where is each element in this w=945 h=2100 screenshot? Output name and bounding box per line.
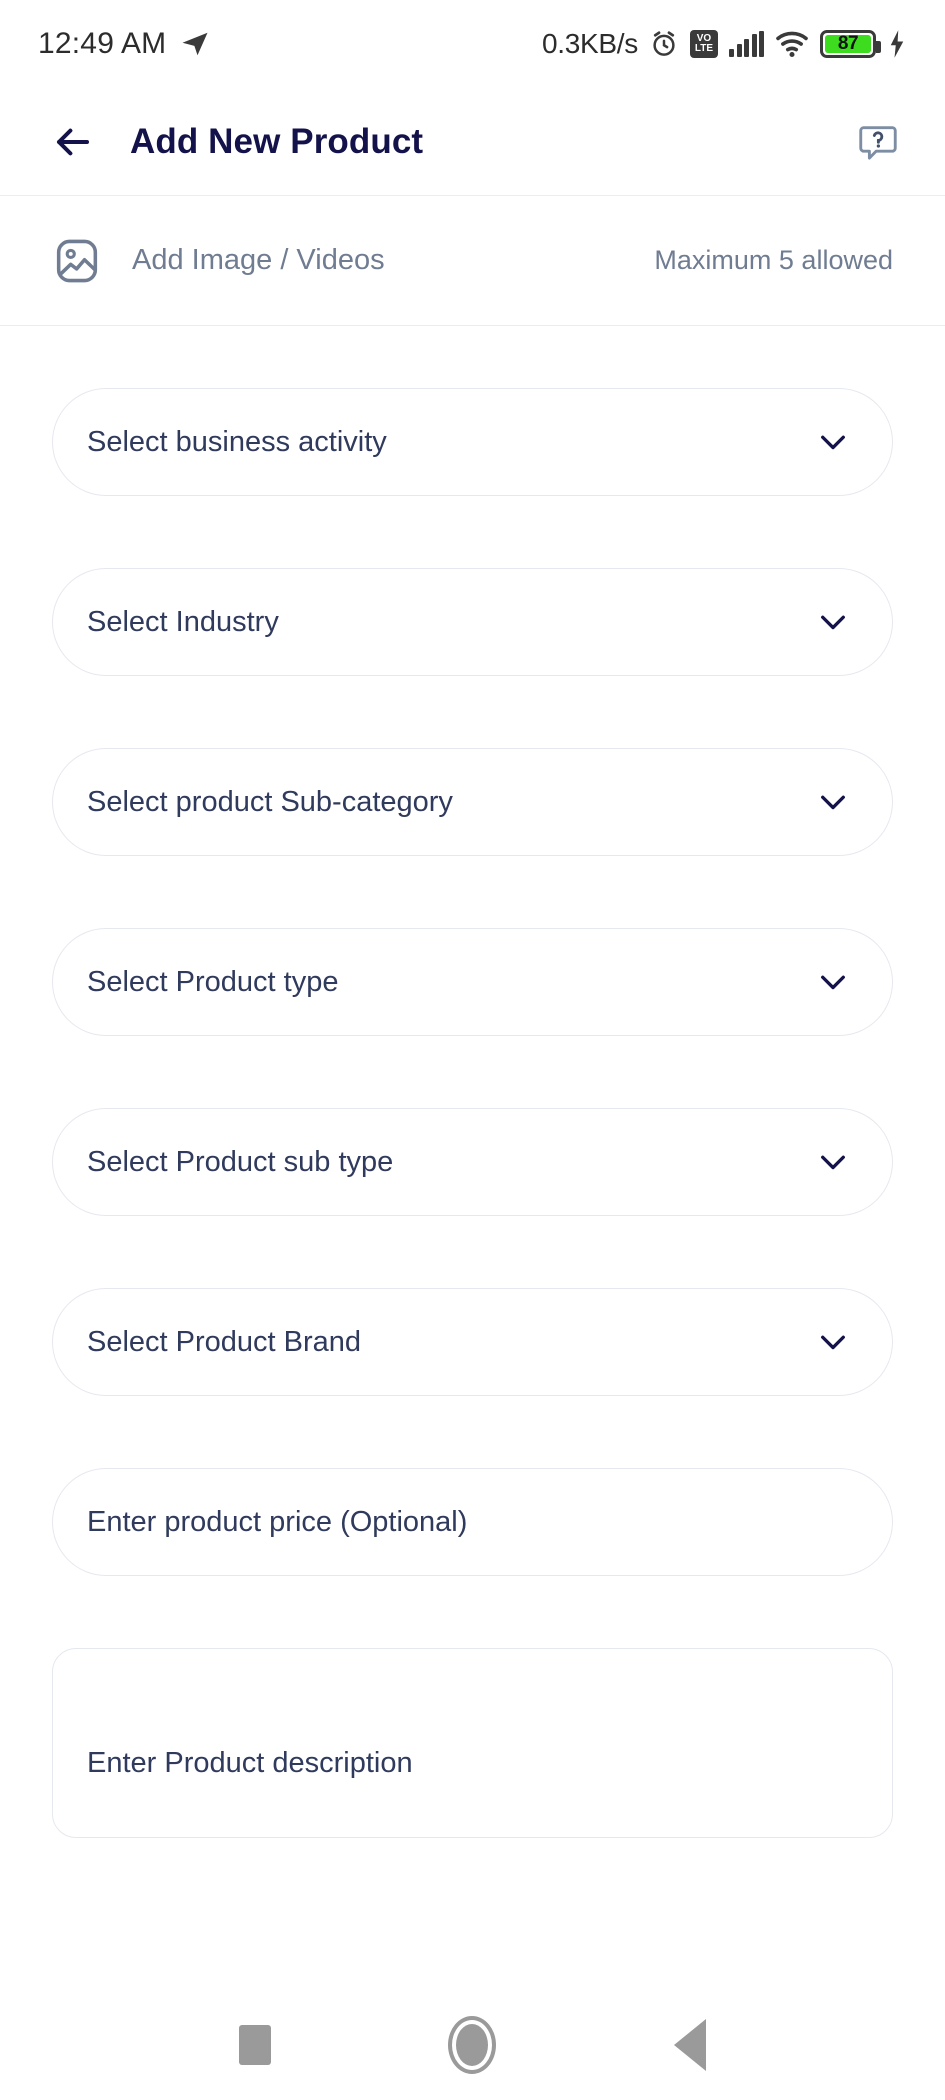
chevron-down-icon[interactable] xyxy=(814,783,852,821)
square-recents-icon[interactable] xyxy=(238,2025,271,2065)
max-media-note: Maximum 5 allowed xyxy=(654,245,893,275)
telegram-send-icon xyxy=(182,32,208,56)
product-form: Select business activity Select Industry… xyxy=(0,326,945,1838)
chevron-down-icon[interactable] xyxy=(814,963,852,1001)
field-product-type[interactable]: Select Product type xyxy=(52,928,893,1036)
image-placeholder-icon xyxy=(56,239,98,282)
lightning-bolt-icon xyxy=(890,30,904,58)
alarm-clock-icon xyxy=(653,31,675,56)
field-label: Select Product sub type xyxy=(87,1145,394,1178)
help-chat-bubble-icon[interactable] xyxy=(855,119,901,165)
field-label: Select Industry xyxy=(87,605,279,638)
status-bar-left: 12:49 AM xyxy=(38,27,210,61)
chevron-down-icon[interactable] xyxy=(814,603,852,641)
battery-indicator: 87 xyxy=(820,30,881,58)
arrow-left-icon[interactable] xyxy=(52,121,94,163)
status-time: 12:49 AM xyxy=(38,27,167,60)
field-label: Select Product type xyxy=(87,965,339,998)
field-product-price[interactable]: Enter product price (Optional) xyxy=(52,1468,893,1576)
app-bar: Add New Product xyxy=(0,88,945,196)
chevron-down-icon[interactable] xyxy=(814,423,852,461)
circle-home-icon[interactable] xyxy=(448,2016,497,2074)
field-product-description[interactable]: Enter Product description xyxy=(52,1648,893,1838)
triangle-back-icon[interactable] xyxy=(674,2019,707,2071)
phone-screen: 12:49 AM 0.3KB/s VO LTE 87 Add New Produ… xyxy=(0,0,945,2100)
field-label: Enter Product description xyxy=(87,1746,413,1779)
page-title: Add New Product xyxy=(130,121,424,161)
android-nav-bar xyxy=(0,1990,945,2100)
field-business-activity[interactable]: Select business activity xyxy=(52,388,893,496)
battery-percent: 87 xyxy=(837,33,859,54)
field-product-sub-type[interactable]: Select Product sub type xyxy=(52,1108,893,1216)
field-label: Select business activity xyxy=(87,425,387,458)
field-industry[interactable]: Select Industry xyxy=(52,568,893,676)
cellular-signal-icon xyxy=(729,31,764,57)
status-bar: 12:49 AM 0.3KB/s VO LTE 87 xyxy=(0,0,945,88)
status-bar-right: 0.3KB/s VO LTE 87 xyxy=(542,28,907,60)
chevron-down-icon[interactable] xyxy=(814,1143,852,1181)
chevron-down-icon[interactable] xyxy=(814,1323,852,1361)
network-speed: 0.3KB/s xyxy=(542,28,638,59)
field-label: Enter product price (Optional) xyxy=(87,1505,468,1538)
wifi-icon xyxy=(776,31,808,58)
add-media-row[interactable]: Add Image / Videos Maximum 5 allowed xyxy=(0,196,945,326)
field-product-sub-category[interactable]: Select product Sub-category xyxy=(52,748,893,856)
field-label: Select product Sub-category xyxy=(87,785,453,818)
field-product-brand[interactable]: Select Product Brand xyxy=(52,1288,893,1396)
volte-icon: VO LTE xyxy=(690,30,718,58)
add-media-label: Add Image / Videos xyxy=(132,244,385,276)
field-label: Select Product Brand xyxy=(87,1325,362,1358)
